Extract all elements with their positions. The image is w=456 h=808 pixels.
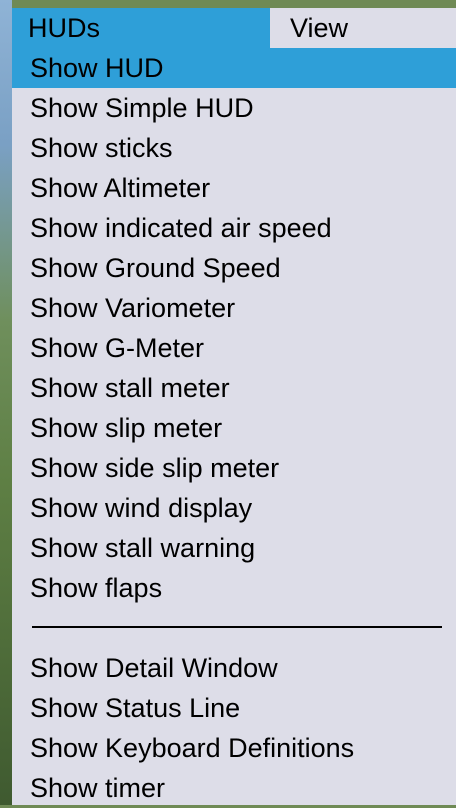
menu-view[interactable]: View <box>270 8 348 48</box>
menu-huds[interactable]: HUDs <box>12 8 270 48</box>
menu-item-show-ground-speed[interactable]: Show Ground Speed <box>12 248 456 288</box>
menu-item-show-stall-warning[interactable]: Show stall warning <box>12 528 456 568</box>
menu-item-show-variometer[interactable]: Show Variometer <box>12 288 456 328</box>
menu-item-show-slip-meter[interactable]: Show slip meter <box>12 408 456 448</box>
huds-dropdown-menu: Show HUD Show Simple HUD Show sticks Sho… <box>12 48 456 805</box>
menubar: HUDs View <box>12 8 456 48</box>
menu-item-show-simple-hud[interactable]: Show Simple HUD <box>12 88 456 128</box>
menu-item-show-status-line[interactable]: Show Status Line <box>12 688 456 728</box>
menu-item-show-stall-meter[interactable]: Show stall meter <box>12 368 456 408</box>
menu-item-show-altimeter[interactable]: Show Altimeter <box>12 168 456 208</box>
menu-item-show-g-meter[interactable]: Show G-Meter <box>12 328 456 368</box>
menu-item-show-timer[interactable]: Show timer <box>12 768 456 808</box>
background-scene <box>0 0 12 805</box>
menu-item-show-flaps[interactable]: Show flaps <box>12 568 456 608</box>
menu-item-show-side-slip-meter[interactable]: Show side slip meter <box>12 448 456 488</box>
menu-item-show-hud[interactable]: Show HUD <box>12 48 456 88</box>
menu-item-show-indicated-air-speed[interactable]: Show indicated air speed <box>12 208 456 248</box>
menu-separator <box>32 626 442 628</box>
menu-item-show-wind-display[interactable]: Show wind display <box>12 488 456 528</box>
menu-item-show-keyboard-definitions[interactable]: Show Keyboard Definitions <box>12 728 456 768</box>
menu-item-show-sticks[interactable]: Show sticks <box>12 128 456 168</box>
menu-item-show-detail-window[interactable]: Show Detail Window <box>12 648 456 688</box>
